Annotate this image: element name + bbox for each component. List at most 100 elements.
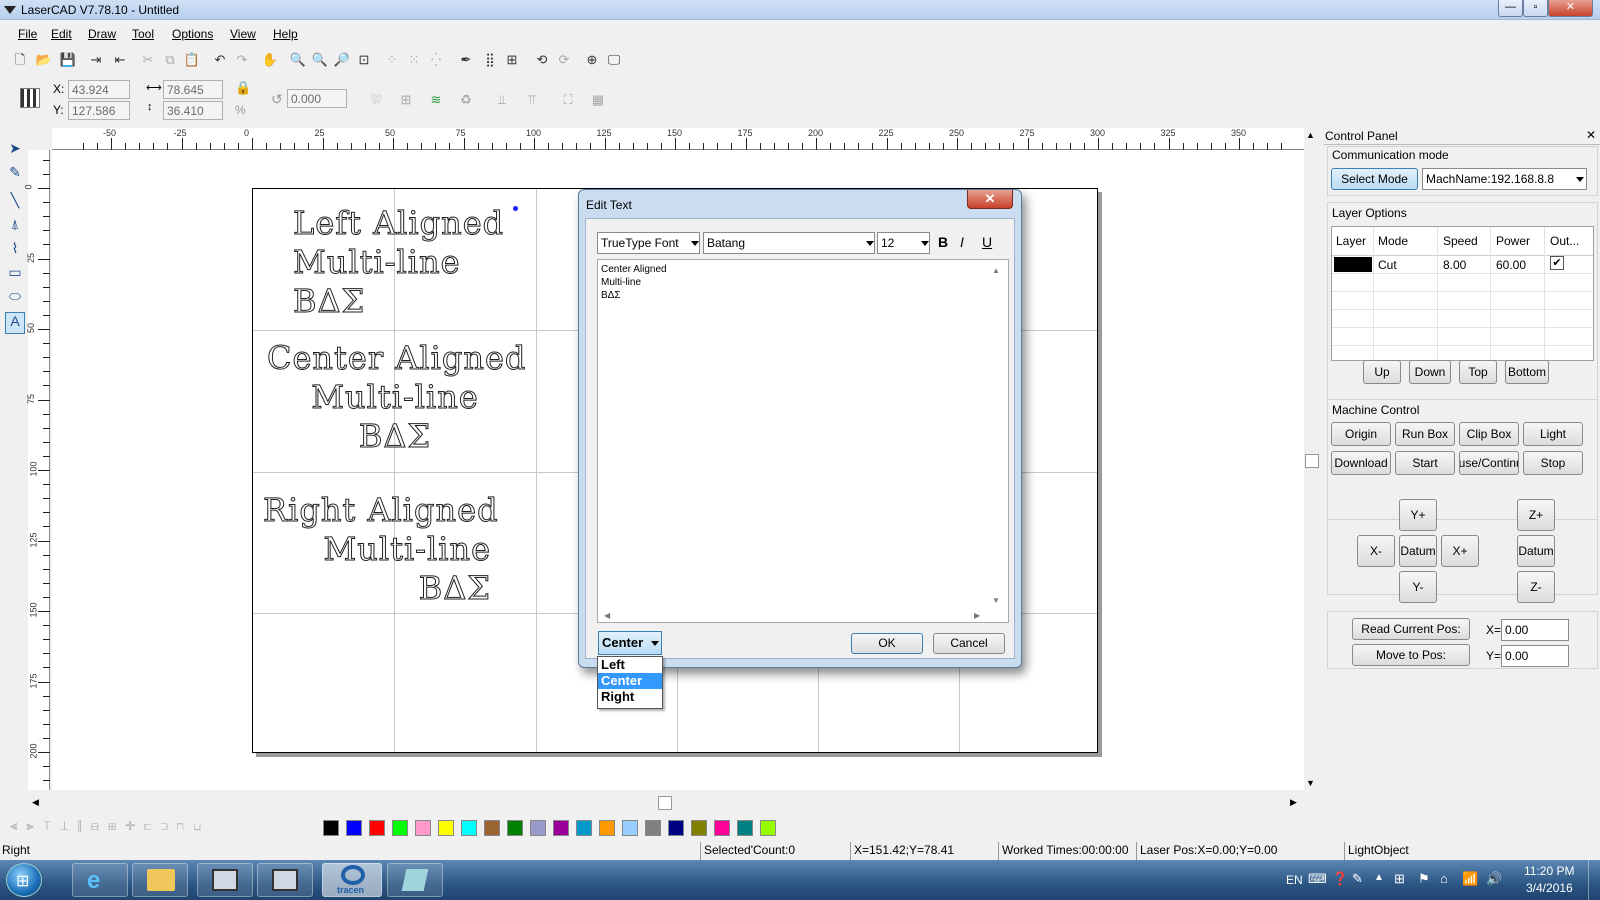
align-option-center[interactable]: Center xyxy=(598,673,662,689)
menu-tool[interactable]: Tool xyxy=(132,27,154,41)
pause-continue-button[interactable]: Pause/Continue xyxy=(1459,451,1519,475)
import-icon[interactable]: ⇥ xyxy=(86,50,106,70)
menu-edit[interactable]: Edit xyxy=(51,27,72,41)
color-swatch[interactable] xyxy=(737,820,753,836)
zoom-window-icon[interactable]: 🔎 xyxy=(332,50,352,70)
cancel-button[interactable]: Cancel xyxy=(933,633,1005,654)
clock-date[interactable]: 3/4/2016 xyxy=(1526,881,1573,895)
color-swatch[interactable] xyxy=(346,820,362,836)
color-swatch[interactable] xyxy=(369,820,385,836)
width-field[interactable]: 78.645 xyxy=(163,80,223,99)
align-center-icon[interactable]: ⊞ xyxy=(108,818,125,833)
align-option-left[interactable]: Left xyxy=(598,657,662,673)
minimize-button[interactable]: — xyxy=(1498,0,1523,17)
color-swatch[interactable] xyxy=(599,820,615,836)
layer-top-button[interactable]: Top xyxy=(1459,360,1497,384)
menu-options[interactable]: Options xyxy=(172,27,213,41)
align-bottom-icon[interactable]: ⊥ xyxy=(60,818,77,833)
align-icon[interactable]: ⊞ xyxy=(502,50,522,70)
x-position-field[interactable]: 43.924 xyxy=(68,80,130,99)
color-swatch[interactable] xyxy=(553,820,569,836)
new-file-icon[interactable]: 🗋 xyxy=(10,50,30,70)
scroll-down-icon[interactable]: ▼ xyxy=(1306,778,1315,788)
keyboard-icon[interactable]: ⌨ xyxy=(1308,871,1327,887)
scroll-left-icon[interactable]: ◀ xyxy=(604,609,610,622)
zoom-out-icon[interactable]: 🔍 xyxy=(310,50,330,70)
jog-x-plus-button[interactable]: X+ xyxy=(1441,535,1479,567)
color-swatch[interactable] xyxy=(392,820,408,836)
close-button[interactable]: ✕ xyxy=(1548,0,1593,17)
maximize-button[interactable]: ▫ xyxy=(1523,0,1548,17)
mirror-v-icon[interactable]: ⊞ xyxy=(396,90,416,110)
jog-z-minus-button[interactable]: Z- xyxy=(1517,571,1555,603)
color-swatch[interactable] xyxy=(714,820,730,836)
redo-icon[interactable]: ↷ xyxy=(232,50,252,70)
taskbar-lasercad[interactable] xyxy=(387,863,443,897)
line-tool-icon[interactable]: ╲ xyxy=(5,192,25,214)
taskbar-app-2[interactable] xyxy=(257,863,313,897)
panel-close-icon[interactable]: ✕ xyxy=(1586,128,1596,142)
start-button[interactable]: Start xyxy=(1395,451,1455,475)
same-size-icon[interactable]: ⊓ xyxy=(177,818,193,833)
scroll-right-icon[interactable]: ▶ xyxy=(974,609,980,622)
horizontal-scrollbar[interactable]: ◀ ▶ xyxy=(28,795,1304,811)
underline-button[interactable]: U xyxy=(982,234,992,250)
light-button[interactable]: Light xyxy=(1523,422,1583,446)
align-right-icon[interactable]: ⫸ xyxy=(26,818,42,833)
save-icon[interactable]: 💾 xyxy=(58,50,78,70)
same-height-icon[interactable]: ⊐ xyxy=(161,818,177,833)
select-node-icon[interactable]: ⁘ xyxy=(382,50,402,70)
jog-x-minus-button[interactable]: X- xyxy=(1357,535,1395,567)
crop-icon[interactable]: ⛶ xyxy=(558,90,578,110)
scroll-thumb[interactable] xyxy=(1305,454,1319,468)
device-icon[interactable]: ⌂ xyxy=(1440,871,1448,886)
color-swatch[interactable] xyxy=(438,820,454,836)
start-button[interactable]: ⊞ xyxy=(6,863,42,897)
jog-y-minus-button[interactable]: Y- xyxy=(1399,571,1437,603)
run-box-button[interactable]: Run Box xyxy=(1395,422,1455,446)
windows-flag-icon[interactable]: ⊞ xyxy=(1394,871,1405,887)
zoom-page-icon[interactable]: ⊡ xyxy=(354,50,374,70)
jog-y-plus-button[interactable]: Y+ xyxy=(1399,499,1437,531)
y-position-field[interactable]: 127.586 xyxy=(68,101,130,120)
zoom-in-icon[interactable]: 🔍 xyxy=(288,50,308,70)
color-swatch[interactable] xyxy=(484,820,500,836)
color-swatch[interactable] xyxy=(668,820,684,836)
help-icon[interactable]: ❓ xyxy=(1332,871,1348,887)
alignment-select[interactable]: Center xyxy=(598,631,662,655)
text-center-aligned[interactable]: Center Aligned Multi-line BΔΣ xyxy=(267,339,526,456)
network-icon[interactable]: 📶 xyxy=(1462,871,1478,887)
read-current-pos-button[interactable]: Read Current Pos: xyxy=(1352,618,1470,640)
layer-down-button[interactable]: Down xyxy=(1409,360,1451,384)
clock-time[interactable]: 11:20 PM xyxy=(1524,864,1574,878)
jog-z-plus-button[interactable]: Z+ xyxy=(1517,499,1555,531)
color-swatch[interactable] xyxy=(645,820,661,836)
pos-y-field[interactable]: 0.00 xyxy=(1501,645,1569,667)
move-to-pos-button[interactable]: Move to Pos: xyxy=(1352,644,1470,666)
color-swatch[interactable] xyxy=(576,820,592,836)
taskbar-explorer[interactable] xyxy=(132,863,188,897)
select-arrow-icon[interactable]: ➤ xyxy=(5,140,25,162)
table-row[interactable]: Cut 8.00 60.00 ✔ xyxy=(1332,256,1593,273)
scroll-left-icon[interactable]: ◀ xyxy=(32,797,39,808)
taskbar-app-1[interactable] xyxy=(197,863,253,897)
anchor-point[interactable] xyxy=(513,206,518,211)
layer-up-button[interactable]: Up xyxy=(1363,360,1401,384)
origin-button[interactable]: Origin xyxy=(1331,422,1391,446)
mirror-h-icon[interactable]: ⛆ xyxy=(366,90,386,110)
align-center-v-icon[interactable]: ⫿ xyxy=(78,818,91,833)
menu-view[interactable]: View xyxy=(230,27,256,41)
select-mode-button[interactable]: Select Mode xyxy=(1331,168,1418,190)
taskbar-ie[interactable]: e xyxy=(72,863,128,897)
menu-help[interactable]: Help xyxy=(273,27,298,41)
preview-icon[interactable]: 🖵 xyxy=(604,50,624,70)
lock-ratio-icon[interactable]: 🔒 xyxy=(235,80,251,96)
menu-draw[interactable]: Draw xyxy=(88,27,116,41)
text-right-aligned[interactable]: Right Aligned Multi-line BΔΣ xyxy=(263,491,499,608)
ellipse-tool-icon[interactable]: ⬭ xyxy=(5,288,25,310)
pos-x-field[interactable]: 0.00 xyxy=(1501,619,1569,641)
language-indicator[interactable]: EN xyxy=(1286,873,1303,887)
machine-select[interactable]: MachName:192.168.8.8 xyxy=(1422,168,1587,190)
color-swatch[interactable] xyxy=(323,820,339,836)
size-icon[interactable]: ⊔ xyxy=(193,818,209,833)
